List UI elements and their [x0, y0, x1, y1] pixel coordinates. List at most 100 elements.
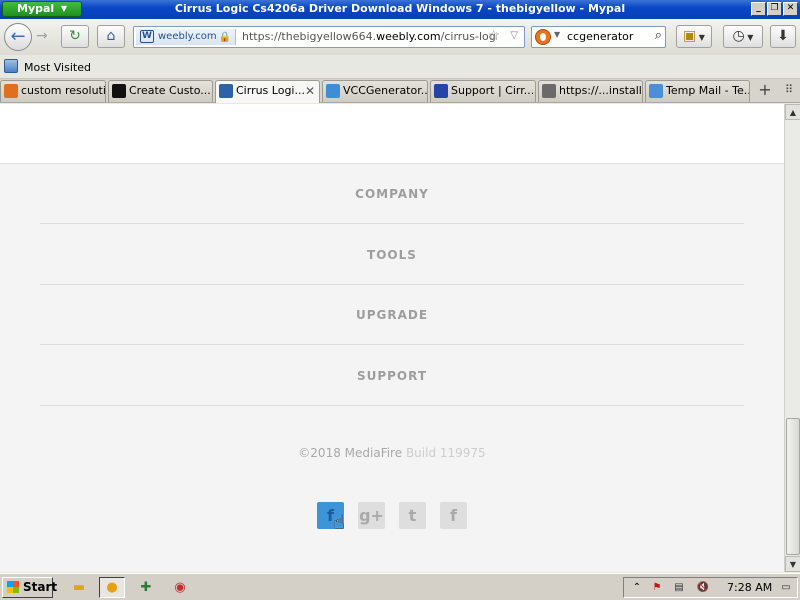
bookmarks-menu-button[interactable]: ▣ ▼ [676, 25, 712, 48]
url-host: weebly.com [376, 30, 441, 43]
mail-icon [649, 84, 663, 98]
lock-icon: 🔒 [218, 32, 231, 43]
copyright-label: ©2018 MediaFire [298, 446, 403, 460]
site-identity-button[interactable]: W weebly.com 🔒 [136, 29, 236, 45]
close-button[interactable]: ✕ [783, 2, 798, 16]
magnifier-icon[interactable]: ⌕ [655, 28, 662, 43]
tools-icon [542, 84, 556, 98]
build-number: Build 119975 [405, 446, 486, 460]
show-hidden-icons-icon[interactable]: ⌃ [630, 581, 644, 595]
home-button[interactable]: ⌂ [97, 25, 125, 48]
url-prefix: https://thebigyellow664. [242, 30, 377, 43]
tab[interactable]: Support | Cirr... [430, 80, 536, 102]
tab-label: Create Custo... [129, 84, 211, 97]
tab[interactable]: Temp Mail - Te... [645, 80, 750, 102]
facebook-alt-icon[interactable]: f [440, 502, 467, 529]
start-label: Start [23, 580, 58, 594]
tab-label: custom resoluti... [21, 84, 106, 97]
quicklaunch-explorer[interactable]: ▬ [66, 577, 92, 598]
tab[interactable]: Create Custo... [108, 80, 213, 102]
tab-label: https://...install/ [559, 84, 643, 97]
mypal-icon: ● [106, 580, 118, 595]
twitter-icon[interactable]: t [399, 502, 426, 529]
forward-arrow-icon: → [36, 28, 48, 44]
scroll-down-button[interactable]: ▼ [785, 556, 800, 572]
url-dropdown-icon[interactable]: ▽ [510, 30, 518, 41]
home-icon: ⌂ [106, 28, 116, 44]
black-logo-icon [112, 84, 126, 98]
navigation-toolbar: ← → ↻ ⌂ W weebly.com 🔒 https://thebigyel… [0, 19, 800, 55]
chevron-down-icon: ▼ [744, 33, 754, 42]
footer-link-upgrade[interactable]: UPGRADE [40, 285, 744, 345]
support-icon [434, 84, 448, 98]
volume-muted-icon[interactable]: 🔇 [696, 581, 710, 595]
folder-icon: ▬ [72, 580, 86, 595]
title-bar: Mypal ▼ Cirrus Logic Cs4206a Driver Down… [0, 0, 800, 19]
tab-strip: custom resoluti... Create Custo... Cirrus … [0, 79, 800, 103]
tab-label: VCCGenerator... [343, 84, 428, 97]
search-input[interactable]: ccgenerator [567, 30, 633, 43]
scroll-thumb[interactable] [786, 418, 800, 555]
folder-icon [4, 59, 18, 73]
v-icon [326, 84, 340, 98]
scroll-up-button[interactable]: ▲ [785, 104, 800, 120]
back-arrow-icon: ← [10, 26, 26, 47]
close-tab-icon[interactable]: ✕ [305, 81, 315, 101]
back-button[interactable]: ← [4, 23, 32, 51]
footer-link-company[interactable]: COMPANY [40, 164, 744, 224]
most-visited-label: Most Visited [24, 61, 91, 74]
window-title: Cirrus Logic Cs4206a Driver Download Win… [174, 2, 626, 15]
tool-icon: ◉ [174, 580, 186, 595]
search-engine-icon[interactable] [535, 29, 551, 45]
page-content: COMPANY TOOLS UPGRADE SUPPORT ©2018 MediaFi… [0, 104, 784, 572]
search-bar[interactable]: ▼ ccgenerator ⌕ [531, 26, 666, 48]
tab-label: Support | Cirr... [451, 84, 535, 97]
minimize-button[interactable]: _ [751, 2, 766, 16]
quicklaunch-network[interactable]: ✚ [133, 577, 159, 598]
plus-icon: + [758, 80, 772, 99]
security-alert-icon[interactable]: ⚑ [650, 581, 664, 595]
copyright-text: ©2018 MediaFire Build 119975 [0, 446, 784, 460]
display-icon[interactable]: ▭ [779, 581, 793, 595]
downloads-button[interactable]: ⬇ [770, 25, 796, 48]
weebly-icon [219, 84, 233, 98]
mypal-icon [4, 84, 18, 98]
bookmarks-icon: ▣ [683, 28, 697, 44]
history-button[interactable]: ◷ ▼ [723, 25, 763, 48]
footer-link-tools[interactable]: TOOLS [40, 225, 744, 285]
start-button[interactable]: Start [2, 577, 57, 598]
download-arrow-icon: ⬇ [777, 28, 789, 44]
google-plus-icon[interactable]: g+ [358, 502, 385, 529]
url-text[interactable]: https://thebigyellow664.weebly.com/cirru… [242, 30, 497, 43]
url-bar[interactable]: W weebly.com 🔒 https://thebigyellow664.w… [133, 26, 525, 48]
network-icon: ✚ [140, 580, 152, 595]
restore-button[interactable]: ❐ [767, 2, 782, 16]
network-tray-icon[interactable]: ▤ [672, 581, 686, 595]
quicklaunch-tool[interactable]: ◉ [167, 577, 193, 598]
forward-button[interactable]: → [36, 28, 48, 44]
tab-label: Temp Mail - Te... [666, 84, 750, 97]
footer-link-support[interactable]: SUPPORT [40, 346, 744, 406]
tab[interactable]: Cirrus Logi... ✕ [215, 80, 320, 103]
clock[interactable]: 7:28 AM [727, 581, 772, 594]
page-top-area [0, 104, 784, 164]
bookmark-star-icon[interactable]: ☆ [487, 28, 500, 44]
vertical-scrollbar[interactable]: ▲ ▼ [784, 104, 800, 572]
clock-icon: ◷ [732, 28, 745, 44]
identity-domain: weebly.com [158, 31, 217, 42]
tab[interactable]: https://...install/ [538, 80, 643, 102]
taskbar: Start ▬ ● ✚ ◉ ⌃ ⚑ ▤ 🔇 7:28 AM ▭ [0, 573, 800, 600]
tab-list-button[interactable]: ⠿ [780, 81, 798, 101]
grid-icon: ⠿ [784, 83, 794, 96]
tab[interactable]: VCCGenerator... [322, 80, 428, 102]
system-tray: ⌃ ⚑ ▤ 🔇 7:28 AM ▭ [623, 577, 798, 598]
tab[interactable]: custom resoluti... [0, 80, 106, 102]
chevron-down-icon[interactable]: ▼ [554, 30, 560, 39]
chevron-down-icon: ▼ [696, 33, 705, 42]
reload-button[interactable]: ↻ [61, 25, 89, 48]
quicklaunch-mypal[interactable]: ● [99, 577, 125, 598]
reload-icon: ↻ [69, 28, 81, 44]
new-tab-button[interactable]: + [754, 81, 776, 101]
bookmarks-toolbar: Most Visited [0, 55, 800, 79]
hand-cursor-icon: ☝ [333, 510, 346, 534]
